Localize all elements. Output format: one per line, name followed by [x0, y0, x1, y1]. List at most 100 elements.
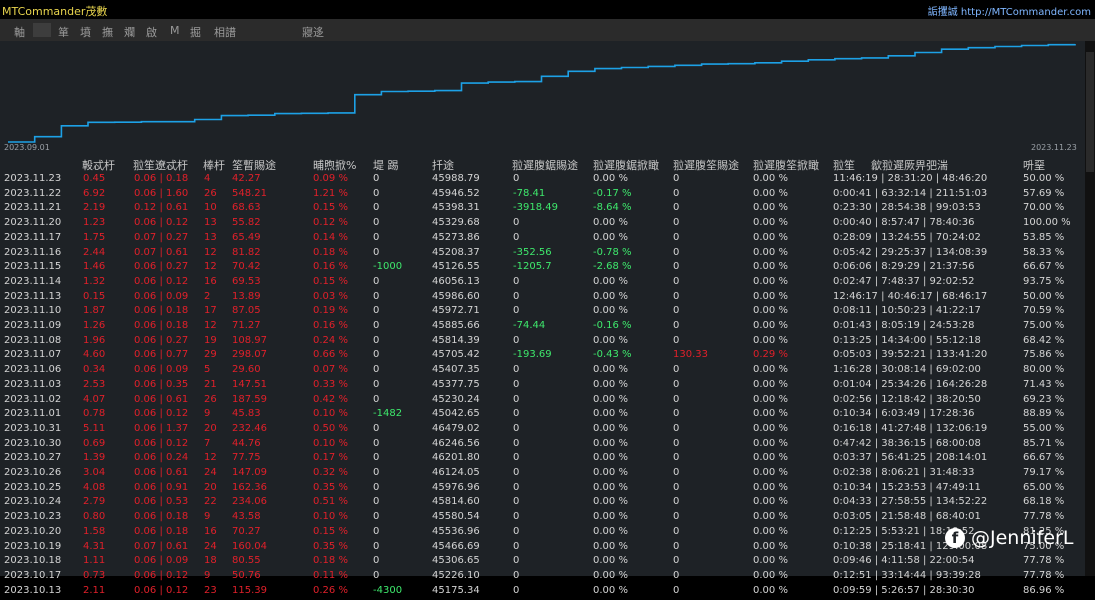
table-cell: 0 [513, 496, 520, 508]
table-cell: 2023.10.27 [4, 452, 62, 464]
table-cell: 20 [204, 422, 217, 434]
table-row[interactable]: 2023.11.07 4.60 0.06 | 0.77 29 298.07 0.66 % 0… [0, 349, 1085, 364]
column-header[interactable]: 堤 踢 [373, 157, 399, 173]
table-cell: 0.32 % [313, 467, 348, 478]
scrollbar-thumb[interactable] [1086, 52, 1094, 172]
column-header[interactable]: 翋遲腹鋸賜途 [512, 157, 578, 173]
table-row[interactable]: 2023.11.08 1.96 0.06 | 0.27 19 108.97 0.24 % 0… [0, 335, 1085, 350]
table-cell: 1.96 [83, 334, 106, 346]
table-row[interactable]: 2023.11.06 0.34 0.06 | 0.09 5 29.60 0.07 % 0 45… [0, 364, 1085, 379]
table-row[interactable]: 2023.10.13 2.11 0.06 | 0.12 23 115.39 0.26 % -… [0, 585, 1085, 600]
table-cell: 86.96 % [1023, 584, 1065, 596]
table-row[interactable]: 2023.11.10 1.87 0.06 | 0.18 17 87.05 0.19 % 0 4… [0, 305, 1085, 320]
menu-item-2[interactable]: 箪 [58, 24, 69, 40]
table-row[interactable]: 2023.11.17 1.75 0.07 | 0.27 13 65.49 0.14 % 0 4… [0, 232, 1085, 247]
menu-item-10[interactable]: 寢迻 [302, 24, 324, 40]
table-row[interactable]: 2023.11.16 2.44 0.07 | 0.61 12 81.82 0.18 % 0 4… [0, 247, 1085, 262]
table-row[interactable]: 2023.10.26 3.04 0.06 | 0.61 24 147.09 0.32 % 0… [0, 467, 1085, 482]
menu-item-6[interactable]: 啟 [146, 24, 157, 40]
table-cell: 0.00 % [593, 290, 628, 302]
table-cell: 0.00 % [593, 378, 628, 390]
table-cell: 57.69 % [1023, 187, 1065, 199]
table-cell: 18 [204, 555, 217, 567]
table-row[interactable]: 2023.11.14 1.32 0.06 | 0.12 16 69.53 0.15 % 0 4… [0, 276, 1085, 291]
table-row[interactable]: 2023.11.13 0.15 0.06 | 0.09 2 13.89 0.03 % 0 45… [0, 291, 1085, 306]
table-cell: 2.53 [83, 378, 106, 390]
table-cell: 0:09:46 | 4:11:58 | 22:00:54 [833, 555, 975, 567]
table-cell: 0.66 % [313, 349, 348, 361]
menu-item-1[interactable]: 軸 [14, 24, 25, 40]
table-cell: -0.17 % [593, 187, 632, 199]
table-cell: 2023.11.15 [4, 261, 62, 273]
table-row[interactable]: 2023.10.30 0.69 0.06 | 0.12 7 44.76 0.10 % 0 46… [0, 438, 1085, 453]
table-row[interactable]: 2023.11.23 0.45 0.06 | 0.18 4 42.27 0.09 % 0 45… [0, 173, 1085, 188]
table-cell: 0:16:18 | 41:27:48 | 132:06:19 [833, 422, 988, 434]
column-header[interactable]: 翋笙 [833, 157, 855, 173]
menu-selected-box[interactable] [33, 23, 51, 37]
table-cell: 0 [513, 217, 520, 229]
table-row[interactable]: 2023.10.18 1.11 0.06 | 0.09 18 80.55 0.18 % 0 4… [0, 555, 1085, 570]
table-cell: 0 [673, 467, 680, 478]
table-cell: 0.10 % [313, 408, 348, 420]
menu-item-5[interactable]: 斕 [124, 24, 135, 40]
column-header[interactable]: 棒杅 [203, 157, 225, 173]
column-header[interactable]: 翋遲腹鋸掀瞰 [593, 157, 659, 173]
table-cell: 69.53 [232, 275, 261, 287]
table-cell: 0.35 % [313, 540, 348, 552]
table-cell: 9 [204, 511, 211, 523]
table-row[interactable]: 2023.11.09 1.26 0.06 | 0.18 12 71.27 0.16 % 0 4… [0, 320, 1085, 335]
table-cell: 0.06 | 0.91 [134, 481, 189, 493]
table-cell: 0.33 % [313, 378, 348, 390]
column-header[interactable]: 翋遲腹筌掀瞰 [753, 157, 819, 173]
column-header[interactable]: 筌暫賜途 [232, 157, 276, 173]
table-cell: 0.00 % [753, 290, 788, 302]
table-row[interactable]: 2023.11.01 0.78 0.06 | 0.12 9 45.83 0.10 % -14… [0, 408, 1085, 423]
menu-item-8[interactable]: 掘 [190, 24, 201, 40]
column-header[interactable]: 翋笙遼忒杅 [133, 157, 188, 173]
column-header[interactable]: 扦途 [432, 157, 454, 173]
column-header[interactable]: 呏堊 [1023, 157, 1045, 173]
table-cell: 13.89 [232, 290, 261, 302]
column-header[interactable]: 晡煦掀% [313, 157, 356, 173]
column-header[interactable]: 歙翋遲厥畀弝湍 [871, 157, 948, 173]
table-cell: 4.31 [83, 540, 106, 552]
table-row[interactable]: 2023.11.03 2.53 0.06 | 0.35 21 147.51 0.33 % 0… [0, 379, 1085, 394]
menu-item-7[interactable]: M [170, 24, 180, 37]
table-cell: 66.67 % [1023, 452, 1065, 464]
table-row[interactable]: 2023.11.02 4.07 0.06 | 0.61 26 187.59 0.42 % 0… [0, 394, 1085, 409]
table-cell: 87.05 [232, 305, 261, 317]
website-link[interactable]: 詬攫誠 http://MTCommander.com [928, 3, 1091, 18]
table-cell: 4 [204, 173, 211, 184]
table-row[interactable]: 2023.11.20 1.23 0.06 | 0.12 13 55.82 0.12 % 0 4… [0, 217, 1085, 232]
table-cell: 0:10:34 | 6:03:49 | 17:28:36 [833, 408, 975, 420]
table-cell: 1.75 [83, 231, 106, 243]
table-row[interactable]: 2023.10.17 0.73 0.06 | 0.12 9 50.76 0.11 % 0 45… [0, 570, 1085, 585]
table-row[interactable]: 2023.10.27 1.39 0.06 | 0.24 12 77.75 0.17 % 0 4… [0, 452, 1085, 467]
menu-item-9[interactable]: 相譜 [214, 24, 236, 40]
table-cell: -1000 [373, 261, 403, 273]
table-cell: 0 [673, 246, 680, 258]
table-cell: 0.06 | 0.77 [134, 349, 189, 361]
table-cell: 3.04 [83, 467, 106, 478]
table-cell: 17 [204, 305, 217, 317]
table-row[interactable]: 2023.11.21 2.19 0.12 | 0.61 10 68.63 0.15 % 0 4… [0, 202, 1085, 217]
menu-item-3[interactable]: 墳 [80, 24, 91, 40]
table-row[interactable]: 2023.10.23 0.80 0.06 | 0.18 9 43.58 0.10 % 0 45… [0, 511, 1085, 526]
table-row[interactable]: 2023.10.25 4.08 0.06 | 0.91 20 162.36 0.35 % 0… [0, 482, 1085, 497]
table-row[interactable]: 2023.10.20 1.58 0.06 | 0.18 16 70.27 0.15 % 0 4… [0, 526, 1085, 541]
column-header[interactable]: 軗忒杅 [82, 157, 115, 173]
table-cell: 0.26 % [313, 584, 348, 596]
table-cell: 1.58 [83, 525, 106, 537]
menu-item-4[interactable]: 撫 [102, 24, 113, 40]
table-cell: 2023.11.07 [4, 349, 62, 361]
table-cell: 1:16:28 | 30:08:14 | 69:02:00 [833, 364, 981, 376]
table-row[interactable]: 2023.10.24 2.79 0.06 | 0.53 22 234.06 0.51 % 0… [0, 496, 1085, 511]
table-cell: 2023.10.31 [4, 422, 62, 434]
table-row[interactable]: 2023.10.31 5.11 0.06 | 1.37 20 232.46 0.50 % 0… [0, 423, 1085, 438]
table-row[interactable]: 2023.11.15 1.46 0.06 | 0.27 12 70.42 0.16 % -1… [0, 261, 1085, 276]
table-cell: 0.09 % [313, 173, 348, 184]
table-row[interactable]: 2023.10.19 4.31 0.07 | 0.61 24 160.04 0.35 % 0… [0, 541, 1085, 556]
table-cell: 75.00 % [1023, 320, 1065, 331]
column-header[interactable]: 翋遲腹筌賜途 [673, 157, 739, 173]
table-row[interactable]: 2023.11.22 6.92 0.06 | 1.60 26 548.21 1.21 % 0… [0, 188, 1085, 203]
